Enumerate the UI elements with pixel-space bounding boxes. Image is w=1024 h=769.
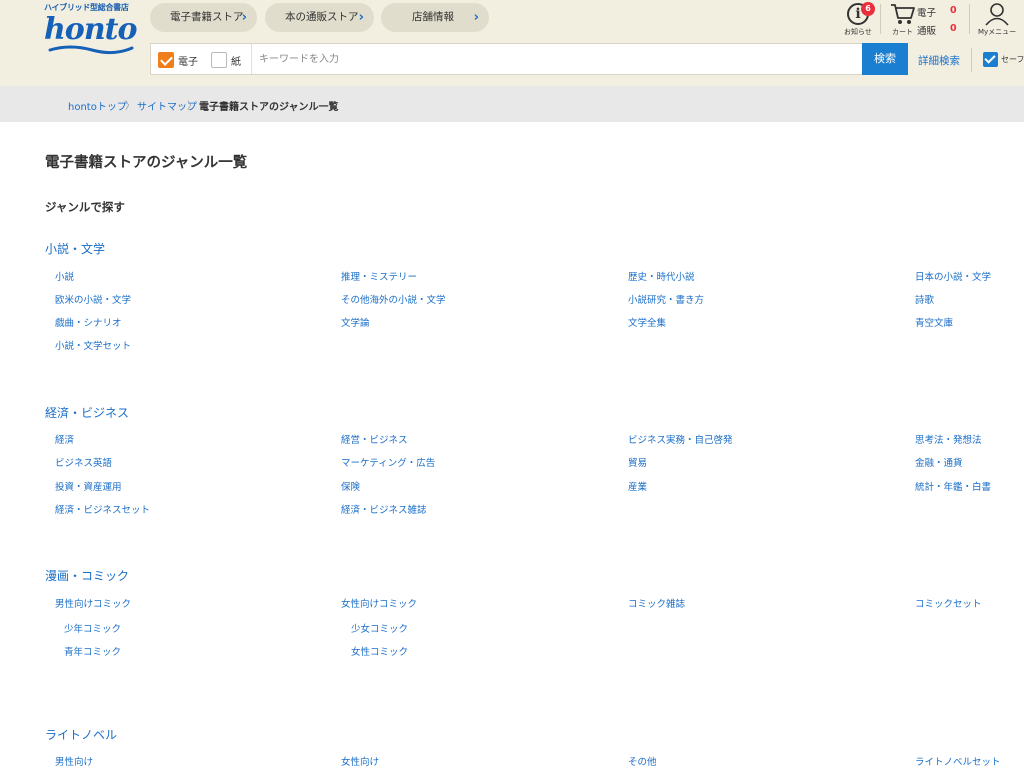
search-bar: 電子 紙: [150, 43, 862, 75]
my-menu-button[interactable]: Myメニュー: [976, 2, 1022, 38]
genre-link[interactable]: ライトノベルセット: [915, 754, 1001, 768]
genre-link[interactable]: その他海外の小説・文学: [341, 292, 446, 306]
site-header: ハイブリッド型総合書店 honto 電子書籍ストア › 本の通販ストア › 店舗…: [0, 0, 1024, 86]
genre-link[interactable]: 男性向けコミック: [55, 596, 131, 610]
chevron-right-icon: ›: [241, 10, 247, 25]
genre-link[interactable]: コミック雑誌: [628, 596, 685, 610]
my-menu-caption: Myメニュー: [978, 28, 1017, 36]
breadcrumb-current: 電子書籍ストアのジャンル一覧: [199, 102, 339, 113]
cart-icon: [891, 4, 915, 24]
genre-link[interactable]: ビジネス英語: [55, 455, 112, 469]
breadcrumb-chevron-icon: 〉: [187, 101, 197, 112]
nav-print-store-label: 本の通販ストア: [285, 11, 359, 23]
logo-wordmark: honto: [44, 12, 137, 47]
category-title-comics[interactable]: 漫画・コミック: [45, 567, 129, 584]
breadcrumb: hontoトップ 〉 サイトマップ 〉 電子書籍ストアのジャンル一覧: [0, 86, 1024, 122]
nav-store-info[interactable]: 店舗情報 ›: [381, 3, 489, 32]
paper-checkbox-label: 紙: [231, 57, 241, 68]
section-heading: ジャンルで探す: [45, 200, 125, 214]
genre-link[interactable]: 文学論: [341, 315, 370, 329]
genre-link[interactable]: 男性向け: [55, 754, 93, 768]
genre-link[interactable]: ビジネス実務・自己啓発: [628, 432, 733, 446]
genre-link[interactable]: 思考法・発想法: [915, 432, 982, 446]
genre-link[interactable]: コミックセット: [915, 596, 982, 610]
safe-search-label: セーフ: [1001, 55, 1024, 64]
genre-link[interactable]: 小説研究・書き方: [628, 292, 704, 306]
search-divider: [251, 44, 252, 74]
cart-print-label: 通販: [917, 26, 937, 37]
genre-link[interactable]: 女性向けコミック: [341, 596, 417, 610]
cart-ebook-count: 0: [950, 5, 957, 16]
genre-link[interactable]: 小説・文学セット: [55, 338, 131, 352]
cart-button[interactable]: カート 電子 0 通販 0: [890, 2, 960, 38]
cart-print-count: 0: [950, 23, 957, 34]
search-input[interactable]: [253, 45, 853, 73]
genre-link[interactable]: マーケティング・広告: [341, 455, 435, 469]
genre-link[interactable]: 保険: [341, 479, 360, 493]
cart-ebook-row: 電子 0: [917, 5, 957, 19]
notifications-caption: お知らせ: [844, 28, 872, 36]
genre-link[interactable]: 女性向け: [341, 754, 379, 768]
genre-link[interactable]: 貿易: [628, 455, 647, 469]
cart-caption: カート: [892, 28, 913, 36]
genre-link[interactable]: 推理・ミステリー: [341, 269, 417, 283]
genre-link[interactable]: 経営・ビジネス: [341, 432, 408, 446]
nav-store-info-label: 店舗情報: [412, 11, 454, 23]
sub-genre-link[interactable]: 青年コミック: [64, 644, 121, 658]
genre-link[interactable]: 産業: [628, 479, 647, 493]
genre-link[interactable]: 投資・資産運用: [55, 479, 122, 493]
cart-ebook-label: 電子: [917, 8, 937, 19]
user-icon: [985, 3, 1009, 26]
chevron-right-icon: ›: [473, 10, 479, 25]
chevron-right-icon: ›: [358, 10, 364, 25]
ebook-checkbox[interactable]: [158, 52, 174, 68]
ebook-checkbox-label: 電子: [178, 57, 198, 68]
search-button[interactable]: 検索: [862, 43, 908, 75]
nav-ebook-store[interactable]: 電子書籍ストア ›: [150, 3, 257, 32]
category-title-business[interactable]: 経済・ビジネス: [45, 404, 129, 421]
genre-link[interactable]: 小説: [55, 269, 74, 283]
sub-genre-link[interactable]: 女性コミック: [351, 644, 408, 658]
nav-ebook-store-label: 電子書籍ストア: [170, 11, 244, 23]
category-title-light-novels[interactable]: ライトノベル: [45, 726, 117, 743]
breadcrumb-home[interactable]: hontoトップ: [68, 98, 127, 113]
advanced-search-link[interactable]: 詳細検索: [918, 53, 960, 68]
genre-link[interactable]: その他: [628, 754, 657, 768]
genre-link[interactable]: 経済・ビジネスセット: [55, 502, 150, 516]
header-divider: [969, 4, 970, 34]
genre-link[interactable]: 文学全集: [628, 315, 666, 329]
genre-link[interactable]: 統計・年鑑・白書: [915, 479, 991, 493]
safe-divider: [971, 48, 972, 72]
nav-print-store[interactable]: 本の通販ストア ›: [265, 3, 374, 32]
genre-link[interactable]: 青空文庫: [915, 315, 953, 329]
cart-print-row: 通販 0: [917, 23, 957, 37]
genre-link[interactable]: 戯曲・シナリオ: [55, 315, 122, 329]
breadcrumb-chevron-icon: 〉: [125, 101, 135, 112]
notification-badge: 6: [861, 2, 875, 16]
genre-link[interactable]: 金融・通貨: [915, 455, 963, 469]
logo-swoosh-icon: [48, 45, 134, 55]
genre-link[interactable]: 歴史・時代小説: [628, 269, 695, 283]
category-title-novels[interactable]: 小説・文学: [45, 240, 105, 257]
genre-link[interactable]: 経済: [55, 432, 74, 446]
notifications-button[interactable]: i 6 お知らせ: [844, 2, 876, 38]
header-divider: [880, 4, 881, 34]
safe-search-checkbox[interactable]: [983, 52, 998, 67]
paper-checkbox[interactable]: [211, 52, 227, 68]
genre-link[interactable]: 欧米の小説・文学: [55, 292, 131, 306]
page-title: 電子書籍ストアのジャンル一覧: [45, 155, 248, 171]
genre-link[interactable]: 詩歌: [915, 292, 934, 306]
honto-logo[interactable]: ハイブリッド型総合書店 honto: [44, 2, 137, 58]
genre-link[interactable]: 経済・ビジネス雑誌: [341, 502, 427, 516]
genre-link[interactable]: 日本の小説・文学: [915, 269, 991, 283]
sub-genre-link[interactable]: 少年コミック: [64, 621, 121, 635]
sub-genre-link[interactable]: 少女コミック: [351, 621, 408, 635]
